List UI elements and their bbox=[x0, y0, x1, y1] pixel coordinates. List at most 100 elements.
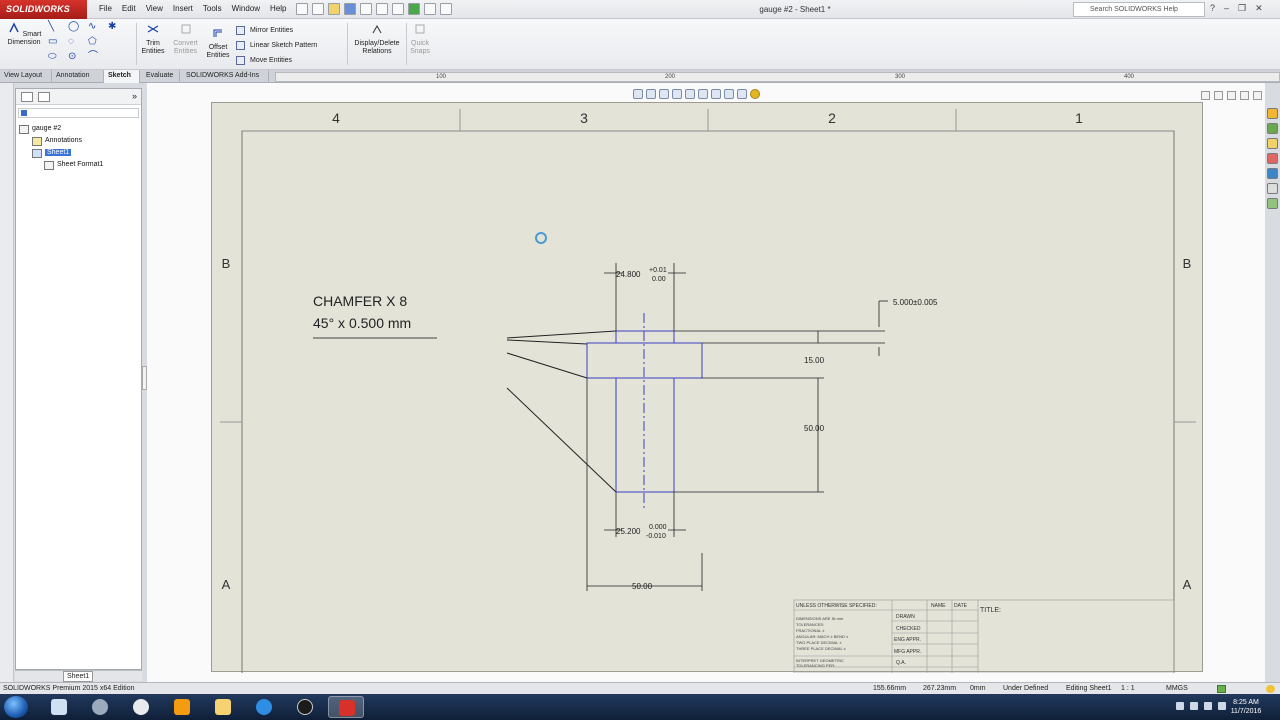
taskbar-obs[interactable] bbox=[287, 696, 323, 718]
select-arrow-icon[interactable] bbox=[392, 3, 404, 15]
convert-entities-button[interactable]: Convert Entities bbox=[170, 23, 201, 56]
line-icon[interactable]: ╲ bbox=[48, 22, 68, 32]
rotate-icon[interactable] bbox=[685, 89, 695, 99]
viewport-close-icon[interactable] bbox=[1253, 91, 1262, 100]
menu-help[interactable]: Help bbox=[265, 4, 291, 13]
tab-sketch[interactable]: Sketch bbox=[104, 70, 140, 83]
minimize-button[interactable]: – bbox=[1224, 3, 1229, 14]
save-icon[interactable] bbox=[344, 3, 356, 15]
viewport-icon[interactable] bbox=[1214, 91, 1223, 100]
solidworks-logo[interactable]: SOLIDWORKS bbox=[0, 0, 87, 19]
pin-icon[interactable] bbox=[296, 3, 308, 15]
smart-dimension-button[interactable]: Smart Dimension bbox=[4, 22, 44, 47]
section-view-icon[interactable] bbox=[698, 89, 708, 99]
scene-icon[interactable] bbox=[750, 89, 760, 99]
dim-50-vertical[interactable]: 50.00 bbox=[804, 424, 825, 433]
offset-entities-button[interactable]: Offset Entities bbox=[204, 27, 232, 60]
file-explorer-icon[interactable] bbox=[1267, 138, 1278, 149]
previous-view-icon[interactable] bbox=[659, 89, 669, 99]
taskbar-ie[interactable] bbox=[246, 696, 282, 718]
appearances-icon[interactable] bbox=[1267, 168, 1278, 179]
trim-entities-button[interactable]: Trim Entities bbox=[139, 23, 167, 56]
appearance-icon[interactable] bbox=[737, 89, 747, 99]
menu-tools[interactable]: Tools bbox=[198, 4, 227, 13]
dim-top-value[interactable]: 24.800 bbox=[616, 270, 641, 279]
spline-icon[interactable]: ∿ bbox=[88, 22, 108, 32]
options-icon[interactable] bbox=[440, 3, 452, 15]
chamfer-note-line1[interactable]: CHAMFER X 8 bbox=[313, 293, 407, 309]
tab-annotation[interactable]: Annotation bbox=[52, 70, 104, 83]
rebuild-icon[interactable] bbox=[408, 3, 420, 15]
restore-button[interactable]: ❐ bbox=[1238, 3, 1246, 14]
dim-50-horizontal[interactable]: 50.00 bbox=[632, 582, 653, 591]
property-tab-icon[interactable] bbox=[38, 92, 50, 102]
sheet-scale[interactable]: 1 : 1 bbox=[1121, 685, 1135, 692]
open-folder-icon[interactable] bbox=[328, 3, 340, 15]
tray-arrow-icon[interactable] bbox=[1176, 702, 1184, 710]
zoom-to-fit-icon[interactable] bbox=[633, 89, 643, 99]
sketch-tools-icon[interactable] bbox=[672, 89, 682, 99]
tree-sheet-format-item[interactable]: Sheet Format1 bbox=[44, 161, 103, 170]
taskbar-chrome[interactable] bbox=[123, 696, 159, 718]
taskbar-outlook[interactable] bbox=[164, 696, 200, 718]
top-step[interactable] bbox=[615, 330, 675, 344]
solidworks-resources-icon[interactable] bbox=[1267, 108, 1278, 119]
viewport-icon[interactable] bbox=[1201, 91, 1210, 100]
rectangle-icon[interactable]: ▭ bbox=[48, 37, 68, 47]
hide-show-icon[interactable] bbox=[724, 89, 734, 99]
tab-view-layout[interactable]: View Layout bbox=[0, 70, 52, 83]
display-style-icon[interactable] bbox=[711, 89, 721, 99]
unit-system[interactable]: MMGS bbox=[1166, 685, 1188, 692]
taskbar-settings[interactable] bbox=[82, 696, 118, 718]
taskbar-solidworks[interactable] bbox=[328, 696, 364, 718]
point-icon[interactable]: ✱ bbox=[108, 22, 128, 32]
dim-bottom-value[interactable]: 25.200 bbox=[616, 527, 641, 536]
circle-icon[interactable]: ◯ bbox=[68, 22, 88, 32]
new-document-icon[interactable] bbox=[312, 3, 324, 15]
sheet1-tab[interactable]: Sheet1 bbox=[63, 671, 94, 682]
menu-window[interactable]: Window bbox=[227, 4, 265, 13]
custom-properties-icon[interactable] bbox=[1267, 183, 1278, 194]
system-clock[interactable]: 8:25 AM 11/7/2016 bbox=[1222, 698, 1270, 716]
feature-tree-tab-icon[interactable] bbox=[21, 92, 33, 102]
ellipse-icon[interactable]: ⊙ bbox=[68, 52, 88, 62]
chamfer-note-line2[interactable]: 45° x 0.500 mm bbox=[313, 315, 411, 331]
tab-evaluate[interactable]: Evaluate bbox=[142, 70, 180, 83]
polygon-icon[interactable]: ⬠ bbox=[88, 37, 108, 47]
menu-view[interactable]: View bbox=[141, 4, 168, 13]
tree-filter-input[interactable] bbox=[18, 108, 139, 118]
move-entities-item[interactable]: Move Entities bbox=[234, 53, 317, 68]
menu-file[interactable]: File bbox=[94, 4, 117, 13]
taskbar-explorer[interactable] bbox=[205, 696, 241, 718]
design-library-icon[interactable] bbox=[1267, 123, 1278, 134]
fillet-icon[interactable]: ⌒ bbox=[88, 52, 108, 62]
flag-icon[interactable] bbox=[1204, 702, 1212, 710]
mirror-entities-item[interactable]: Mirror Entities bbox=[234, 23, 317, 38]
forum-icon[interactable] bbox=[1267, 198, 1278, 209]
linear-pattern-item[interactable]: Linear Sketch Pattern bbox=[234, 38, 317, 53]
dim-15[interactable]: 15.00 bbox=[804, 356, 825, 365]
expand-panel-icon[interactable]: » bbox=[132, 91, 137, 101]
tree-root-item[interactable]: gauge #2 bbox=[19, 125, 61, 134]
print-icon[interactable] bbox=[360, 3, 372, 15]
shank[interactable] bbox=[615, 377, 675, 493]
part-sketch[interactable] bbox=[586, 313, 703, 508]
start-button-icon[interactable] bbox=[4, 696, 28, 718]
search-help-input[interactable]: Search SOLIDWORKS Help bbox=[1073, 2, 1205, 17]
viewport-minimize-icon[interactable] bbox=[1227, 91, 1236, 100]
drawing-sheet[interactable]: 4 3 2 1 B B A A CHAMFER X 8 45° x 0.500 … bbox=[211, 102, 1203, 677]
network-icon[interactable] bbox=[1190, 702, 1198, 710]
tree-annotations-item[interactable]: Annotations bbox=[32, 137, 82, 146]
rebuild-status-icon[interactable] bbox=[1217, 685, 1226, 693]
arc-icon[interactable]: ◌ bbox=[68, 37, 88, 47]
display-delete-relations-button[interactable]: Display/Delete Relations bbox=[350, 23, 404, 56]
help-question-icon[interactable]: ? bbox=[1210, 3, 1215, 14]
tab-addins[interactable]: SOLIDWORKS Add-Ins bbox=[182, 70, 269, 83]
slot-icon[interactable]: ⬭ bbox=[48, 52, 68, 62]
taskbar-notepad[interactable] bbox=[41, 696, 77, 718]
zoom-to-area-icon[interactable] bbox=[646, 89, 656, 99]
menu-insert[interactable]: Insert bbox=[168, 4, 198, 13]
menu-edit[interactable]: Edit bbox=[117, 4, 141, 13]
undo-icon[interactable] bbox=[376, 3, 388, 15]
file-properties-icon[interactable] bbox=[424, 3, 436, 15]
